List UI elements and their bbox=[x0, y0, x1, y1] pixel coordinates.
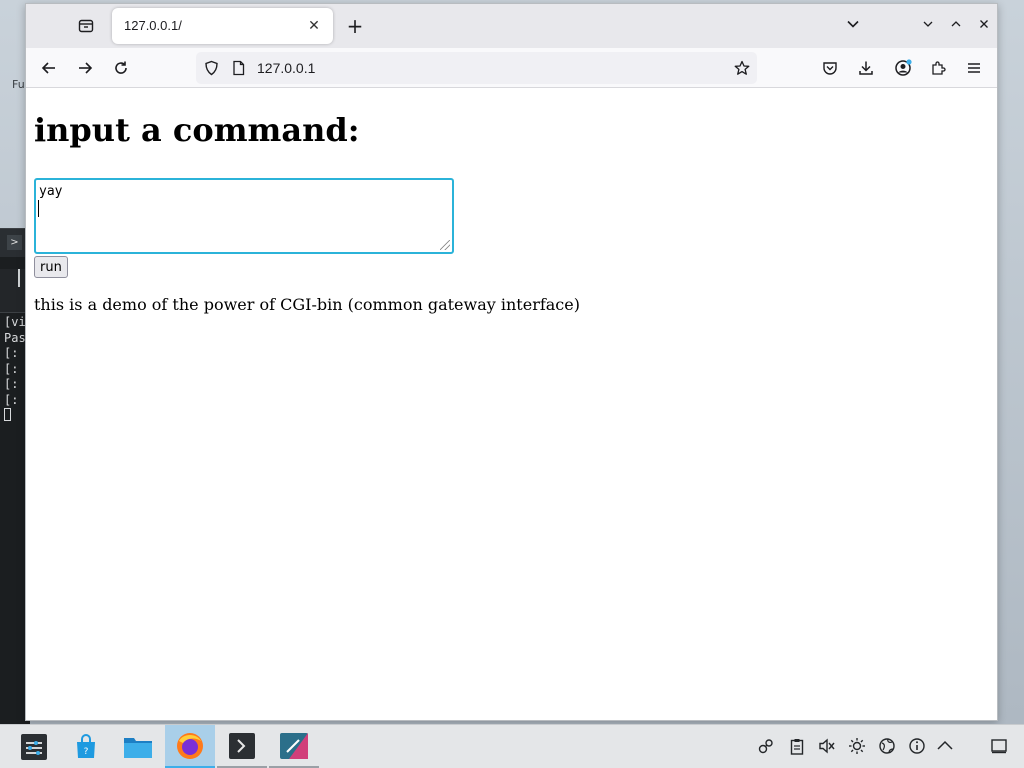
reload-icon[interactable] bbox=[106, 53, 136, 83]
new-tab-icon[interactable]: + bbox=[341, 12, 369, 40]
command-textarea[interactable]: yay bbox=[34, 178, 454, 254]
bookmark-star-icon[interactable] bbox=[727, 53, 757, 83]
tab-strip: 127.0.0.1/ ✕ + bbox=[26, 4, 997, 48]
terminal-icon: > bbox=[7, 235, 22, 250]
extensions-icon[interactable] bbox=[923, 53, 953, 83]
tracking-protection-shield-icon[interactable] bbox=[196, 53, 226, 83]
back-icon[interactable] bbox=[34, 53, 64, 83]
network-icon[interactable] bbox=[755, 735, 777, 757]
tab-active[interactable]: 127.0.0.1/ ✕ bbox=[112, 8, 333, 44]
pocket-icon[interactable] bbox=[815, 53, 845, 83]
dolphin-files-icon[interactable] bbox=[113, 725, 163, 768]
tab-close-icon[interactable]: ✕ bbox=[301, 12, 327, 40]
brightness-icon[interactable] bbox=[846, 735, 868, 757]
maximize-icon[interactable] bbox=[942, 10, 970, 38]
tab-title: 127.0.0.1/ bbox=[124, 18, 182, 33]
tab-list-icon[interactable] bbox=[839, 10, 867, 38]
discover-icon[interactable]: ? bbox=[61, 725, 111, 768]
app-launcher-button[interactable] bbox=[9, 725, 59, 768]
volume-muted-icon[interactable] bbox=[816, 735, 838, 757]
page-heading: input a command: bbox=[34, 111, 360, 149]
browser-window: 127.0.0.1/ ✕ + 127.0.0.1 input a command… bbox=[25, 3, 998, 721]
svg-text:?: ? bbox=[84, 747, 89, 757]
firefox-taskbar-icon[interactable] bbox=[165, 725, 215, 768]
terminal-cursor bbox=[4, 408, 11, 421]
tray-expand-icon[interactable] bbox=[934, 735, 956, 757]
account-icon[interactable] bbox=[888, 53, 918, 83]
page-info-icon[interactable] bbox=[223, 53, 253, 83]
globe-icon[interactable] bbox=[876, 735, 898, 757]
desktop-label: Fu bbox=[12, 78, 25, 91]
description-text: this is a demo of the power of CGI-bin (… bbox=[34, 295, 580, 314]
textarea-resize-handle[interactable] bbox=[440, 240, 450, 250]
clipboard-icon[interactable] bbox=[786, 735, 808, 757]
menu-hamburger-icon[interactable] bbox=[959, 53, 989, 83]
konsole-icon[interactable] bbox=[217, 725, 267, 768]
krita-icon[interactable] bbox=[269, 725, 319, 768]
downloads-icon[interactable] bbox=[851, 53, 881, 83]
address-bar[interactable]: 127.0.0.1 bbox=[196, 52, 757, 84]
url-text: 127.0.0.1 bbox=[257, 60, 316, 76]
forward-icon[interactable] bbox=[70, 53, 100, 83]
close-window-icon[interactable] bbox=[970, 10, 998, 38]
run-button[interactable]: run bbox=[34, 256, 68, 278]
firefox-view-icon[interactable] bbox=[72, 12, 100, 40]
show-desktop-icon[interactable] bbox=[988, 735, 1010, 757]
navigation-toolbar: 127.0.0.1 bbox=[26, 48, 997, 88]
text-caret bbox=[38, 200, 39, 217]
minimize-icon[interactable] bbox=[914, 10, 942, 38]
taskbar: ? bbox=[0, 724, 1024, 768]
help-icon[interactable] bbox=[906, 735, 928, 757]
page-content: input a command: yay run this is a demo … bbox=[26, 89, 997, 720]
